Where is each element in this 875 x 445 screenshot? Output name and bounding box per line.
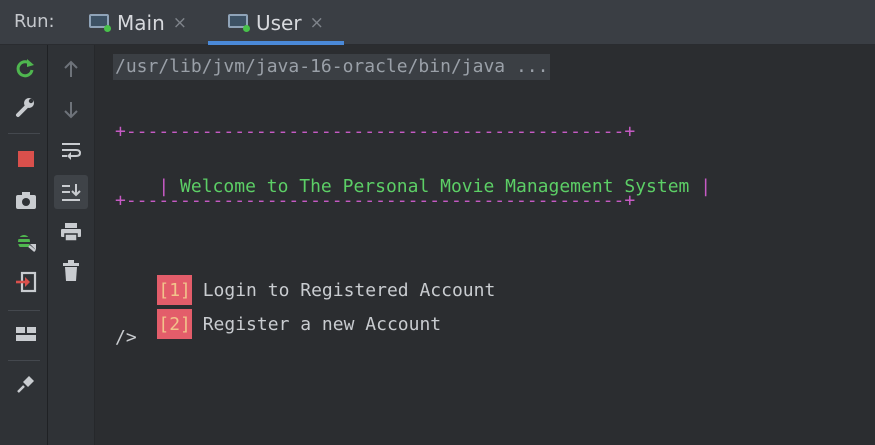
tab-user[interactable]: User × <box>228 0 324 45</box>
print-icon[interactable] <box>56 217 86 247</box>
exit-icon[interactable] <box>11 267 41 297</box>
option-2-text: Register a new Account <box>191 314 442 335</box>
soft-wrap-icon[interactable] <box>56 135 86 165</box>
menu-option-2: [2] Register a new Account <box>115 293 441 356</box>
rerun-icon[interactable] <box>10 53 40 83</box>
arrow-up-icon[interactable] <box>56 54 86 84</box>
camera-icon[interactable] <box>11 185 41 215</box>
toolbar-separator <box>8 133 40 134</box>
banner-right-edge: | <box>689 176 712 197</box>
scroll-to-end-icon[interactable] <box>54 175 88 209</box>
toolbar-separator <box>8 360 40 361</box>
run-toolbar <box>0 45 48 445</box>
debug-icon[interactable] <box>11 226 41 256</box>
layout-icon[interactable] <box>11 319 41 349</box>
arrow-down-icon[interactable] <box>56 95 86 125</box>
pin-icon[interactable] <box>11 369 41 399</box>
run-tab-bar: Run: Main × User × <box>0 0 875 45</box>
run-config-icon <box>228 14 250 32</box>
trash-icon[interactable] <box>56 256 86 286</box>
input-prompt[interactable]: /> <box>115 327 137 348</box>
toolbar-separator <box>8 310 40 311</box>
run-config-icon <box>89 14 111 32</box>
command-line: /usr/lib/jvm/java-16-oracle/bin/java ... <box>113 54 551 80</box>
banner-top-border: +---------------------------------------… <box>115 121 636 142</box>
banner-bottom-border: +---------------------------------------… <box>115 190 636 211</box>
wrench-icon[interactable] <box>10 92 40 122</box>
console-output[interactable]: /usr/lib/jvm/java-16-oracle/bin/java ...… <box>95 45 875 445</box>
tab-user-label: User <box>256 10 302 35</box>
stop-icon[interactable] <box>11 144 41 174</box>
console-toolbar <box>48 45 95 445</box>
tab-main[interactable]: Main × <box>89 0 187 45</box>
close-icon[interactable]: × <box>310 13 324 33</box>
close-icon[interactable]: × <box>173 13 187 33</box>
option-2-tag: [2] <box>157 309 192 339</box>
tab-main-label: Main <box>117 10 165 35</box>
run-label: Run: <box>14 11 55 32</box>
